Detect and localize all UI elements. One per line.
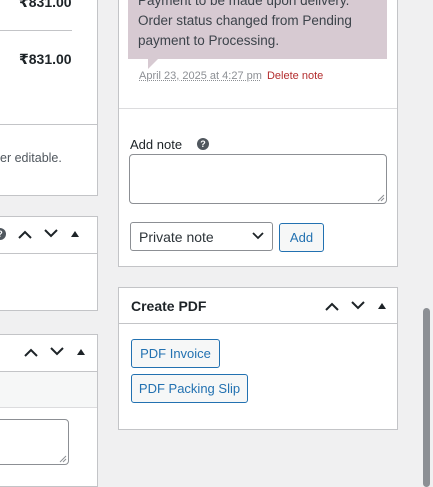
resize-grip-icon[interactable] [59, 455, 67, 463]
resize-grip-icon[interactable] [377, 194, 385, 202]
page-scrollbar-thumb[interactable] [423, 308, 430, 487]
move-down-icon[interactable] [50, 347, 64, 357]
note-date: April 23, 2025 at 4:27 pm [139, 70, 262, 82]
add-note-button[interactable]: Add [279, 223, 324, 252]
move-down-icon[interactable] [351, 301, 365, 311]
left-metabox-2-textarea[interactable] [0, 419, 69, 465]
svg-text:?: ? [0, 229, 3, 239]
create-pdf-controls [325, 301, 387, 311]
price-top: ₹831.00 [19, 0, 72, 10]
order-total-price: ₹831.00 [19, 51, 72, 67]
note-text: Payment to be made upon delivery. Order … [138, 0, 352, 48]
left-metabox-2-controls [24, 347, 86, 357]
add-note-label: Add note [130, 137, 183, 152]
note-meta: April 23, 2025 at 4:27 pm Delete note [139, 70, 323, 82]
move-up-icon[interactable] [18, 229, 32, 239]
collapse-toggle-icon[interactable] [76, 348, 86, 356]
svg-text:?: ? [200, 139, 206, 149]
add-note-textarea[interactable] [129, 154, 387, 204]
note-type-selected: Private note [139, 228, 214, 245]
note-type-select[interactable]: Private note [130, 222, 273, 251]
help-icon[interactable]: ? [0, 228, 6, 240]
move-up-icon[interactable] [325, 301, 339, 311]
totals-footer-divider [0, 124, 97, 125]
delete-note-link[interactable]: Delete note [267, 70, 323, 82]
question-circle-icon[interactable]: ? [197, 138, 209, 153]
chevron-down-icon [252, 232, 264, 240]
totals-divider [0, 30, 72, 31]
collapse-toggle-icon[interactable] [377, 302, 387, 310]
collapse-toggle-icon[interactable] [70, 230, 80, 238]
left-metabox-2-subheader [0, 372, 97, 408]
create-pdf-title: Create PDF [131, 298, 207, 314]
create-pdf-header-divider [119, 323, 397, 324]
move-up-icon[interactable] [24, 347, 38, 357]
pdf-packing-slip-button[interactable]: PDF Packing Slip [131, 374, 248, 403]
notes-divider [119, 108, 397, 109]
left-metabox-1-header-divider [0, 253, 97, 254]
pdf-invoice-button[interactable]: PDF Invoice [131, 339, 220, 368]
move-down-icon[interactable] [44, 229, 58, 239]
order-note-content: Payment to be made upon delivery. Order … [128, 0, 387, 59]
totals-footer-text: er editable. [0, 151, 62, 165]
note-bubble-tail [148, 59, 158, 69]
left-metabox-1-controls: ? [0, 228, 80, 240]
